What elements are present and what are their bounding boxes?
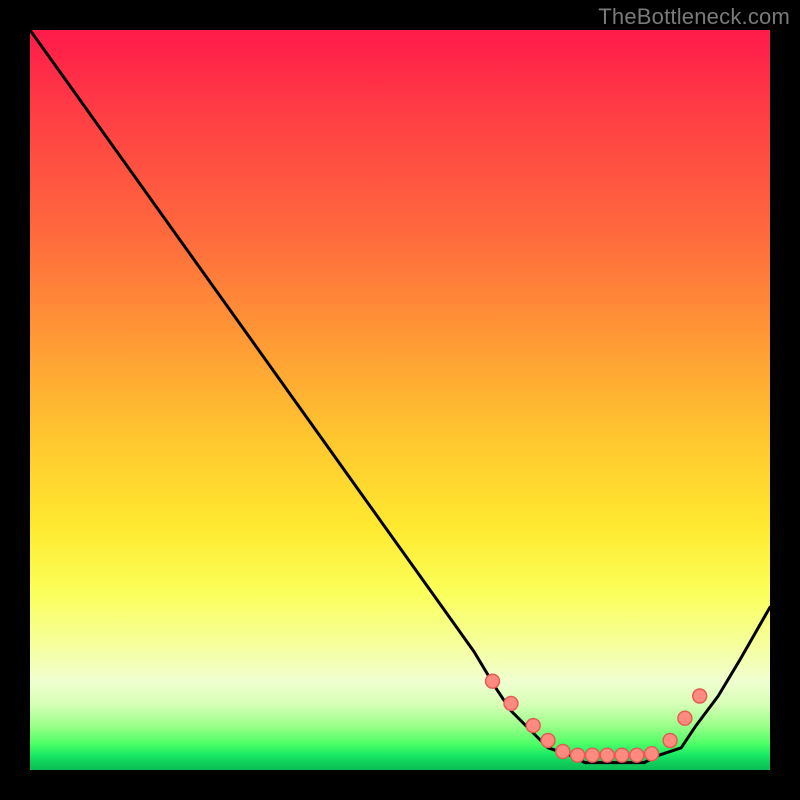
curve-dot <box>645 747 659 761</box>
curve-overlay <box>30 30 770 770</box>
curve-dot <box>630 748 644 762</box>
curve-dot <box>678 711 692 725</box>
curve-dot <box>486 674 500 688</box>
curve-dot <box>526 719 540 733</box>
curve-dot <box>693 689 707 703</box>
chart-container: TheBottleneck.com <box>0 0 800 800</box>
plot-area <box>30 30 770 770</box>
bottleneck-curve <box>30 30 770 763</box>
curve-dot <box>663 733 677 747</box>
curve-dot <box>600 748 614 762</box>
curve-dot <box>556 745 570 759</box>
curve-dot <box>615 748 629 762</box>
curve-dot <box>585 748 599 762</box>
curve-dot <box>541 733 555 747</box>
curve-dot <box>504 696 518 710</box>
watermark-text: TheBottleneck.com <box>598 4 790 30</box>
curve-dot <box>571 748 585 762</box>
